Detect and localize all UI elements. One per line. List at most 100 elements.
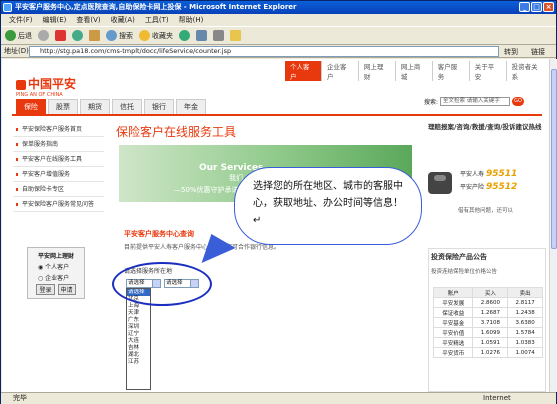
search-icon [106, 30, 117, 41]
topnav-mall[interactable]: 网上商城 [394, 61, 432, 81]
channel-tabs: 保险 股票 期货 信托 银行 年金 [16, 99, 206, 115]
menu-view[interactable]: 查看(V) [76, 14, 100, 26]
menu-file[interactable]: 文件(F) [9, 14, 33, 26]
security-zone: Internet [483, 394, 511, 402]
stop-button[interactable] [55, 30, 66, 41]
annotation-callout: 选择您的所在地区、城市的客服中心，获取地址、办公时间等信息！↵ [234, 167, 422, 245]
topnav-investor[interactable]: 投资者关系 [505, 61, 549, 81]
forward-arrow-icon [38, 30, 49, 41]
table-row: 保证收益 1.2687 1.2438 [432, 307, 543, 318]
col-header: 卖出 [507, 287, 543, 298]
topnav-finance[interactable]: 网上理财 [357, 61, 395, 81]
tab-bank[interactable]: 银行 [144, 99, 174, 115]
mail-button[interactable] [196, 30, 207, 41]
address-input[interactable]: http://stg.pa18.com/cms-tmplt/docc/lifeS… [29, 46, 499, 57]
media-icon [179, 30, 190, 41]
widget-title: 平安网上理财 [37, 253, 74, 260]
top-nav: 个人客户 企业客户 网上理财 网上商城 客户服务 关于平安 投资者关系 [285, 61, 549, 81]
dropdown-option[interactable]: 大连 [127, 338, 150, 345]
close-button[interactable]: × [543, 2, 554, 12]
tab-stock[interactable]: 股票 [48, 99, 78, 115]
search-input[interactable]: 全文检索 请输入关键字 [440, 97, 511, 106]
topnav-about[interactable]: 关于平安 [468, 61, 506, 81]
leftnav-item-value-added[interactable]: 平安客户增值服务 [13, 167, 104, 182]
print-button[interactable] [213, 30, 224, 41]
media-button[interactable] [179, 30, 190, 41]
leftnav-item-faq[interactable]: 平安保险客户服务常见问答 [13, 197, 104, 212]
search-button[interactable]: 搜索 [106, 30, 133, 41]
topnav-personal[interactable]: 个人客户 [285, 61, 321, 81]
stop-icon [55, 30, 66, 41]
status-bar: 完毕 Internet [1, 392, 556, 404]
dropdown-option[interactable]: 辽宁 [127, 331, 150, 338]
search-go-button[interactable]: GO [512, 97, 525, 106]
radio-personal[interactable]: ◉ 个人客户 [28, 262, 84, 271]
menu-bar: 文件(F) 编辑(E) 查看(V) 收藏(A) 工具(T) 帮助(H) [1, 14, 556, 26]
goto-button[interactable]: 转到 [504, 46, 518, 59]
radio-enterprise[interactable]: ○ 企业客户 [28, 273, 84, 282]
leftnav-item-home[interactable]: 平安保险客户服务首页 [13, 122, 104, 137]
menu-edit[interactable]: 编辑(E) [43, 14, 67, 26]
table-row: 平安价值 1.6099 1.5784 [432, 327, 543, 338]
leftnav-item-tools[interactable]: 平安客户在线服务工具 [13, 152, 104, 167]
online-finance-widget: 平安网上理财 ◉ 个人客户 ○ 企业客户 登录 申请 [27, 247, 85, 299]
topnav-enterprise[interactable]: 企业客户 [320, 61, 358, 81]
site-logo[interactable]: 中国平安 PING AN OF CHINA [16, 75, 76, 98]
leftnav-item-card[interactable]: 自助保险卡专区 [13, 182, 104, 197]
maximize-button[interactable]: □ [531, 2, 542, 12]
menu-tools[interactable]: 工具(T) [145, 14, 169, 26]
col-header: 账户 [432, 287, 474, 298]
table-row: 平安精选 1.0591 1.0383 [432, 337, 543, 348]
folder-button[interactable] [230, 30, 241, 41]
telephone-icon [428, 172, 452, 194]
table-row: 平安发展 2.8600 2.8117 [432, 297, 543, 308]
home-icon [89, 30, 100, 41]
fund-notice-box: 投资保险产品公告 投资连结保险单位价格公告 账户 买入 卖出 平安发展 2.8600 2… [428, 248, 546, 392]
minimize-button[interactable]: _ [519, 2, 530, 12]
favorites-button[interactable]: 收藏夹 [139, 30, 173, 41]
tab-insurance[interactable]: 保险 [16, 99, 46, 115]
login-button[interactable]: 登录 [36, 284, 55, 295]
status-text: 完毕 [13, 394, 27, 402]
menu-help[interactable]: 帮助(H) [179, 14, 204, 26]
highlight-ellipse [112, 262, 212, 306]
back-button[interactable]: 后退 [5, 30, 32, 41]
apply-button[interactable]: 申请 [57, 284, 76, 295]
dropdown-option[interactable]: 深圳 [127, 324, 150, 331]
dropdown-option[interactable]: 广东 [127, 317, 150, 324]
star-icon [139, 30, 150, 41]
address-bar: 地址(D) http://stg.pa18.com/cms-tmplt/docc… [1, 45, 556, 58]
topnav-service[interactable]: 客户服务 [431, 61, 469, 81]
tab-futures[interactable]: 期货 [80, 99, 110, 115]
forward-button[interactable] [38, 30, 49, 41]
hotline-property: 平安产险 95512 [460, 182, 518, 192]
fund-title: 投资保险产品公告 [431, 253, 487, 261]
tab-trust[interactable]: 信托 [112, 99, 142, 115]
callout-pointer [196, 234, 236, 274]
links-button[interactable]: 链接 [531, 46, 545, 59]
site-search: 搜索: 全文检索 请输入关键字 GO [424, 97, 525, 106]
logo-text: 中国平安 [28, 77, 77, 91]
refresh-button[interactable] [72, 30, 83, 41]
dropdown-option[interactable]: 天津 [127, 310, 150, 317]
print-icon [213, 30, 224, 41]
fund-subtitle: 投资连结保险单位价格公告 [431, 269, 498, 275]
scrollbar-thumb[interactable] [551, 69, 557, 249]
leftnav-item-guide[interactable]: 保单服务指南 [13, 137, 104, 152]
ie-icon [3, 3, 12, 12]
vertical-scrollbar[interactable] [549, 59, 557, 392]
dropdown-option[interactable]: 湖北 [127, 352, 150, 359]
dropdown-option[interactable]: 江苏 [127, 359, 150, 366]
home-button[interactable] [89, 30, 100, 41]
logo-en: PING AN OF CHINA [16, 92, 63, 98]
menu-favorites[interactable]: 收藏(A) [111, 14, 135, 26]
tab-annuity[interactable]: 年金 [176, 99, 206, 115]
title-bar: 平安客户服务中心,定点医院查询,自助保险卡网上投保 - Microsoft In… [1, 1, 556, 14]
browser-window: 平安客户服务中心,定点医院查询,自助保险卡网上投保 - Microsoft In… [0, 0, 557, 404]
table-row: 平安货币 1.0276 1.0074 [432, 347, 543, 358]
address-label: 地址(D) [4, 47, 29, 55]
toolbar: 后退 搜索 收藏夹 [1, 26, 556, 45]
hotline-more[interactable]: 借有其他问题，还可以 [458, 206, 513, 214]
dropdown-option[interactable]: 吉林 [127, 345, 150, 352]
hotline-life: 平安人寿 95511 [460, 169, 518, 179]
